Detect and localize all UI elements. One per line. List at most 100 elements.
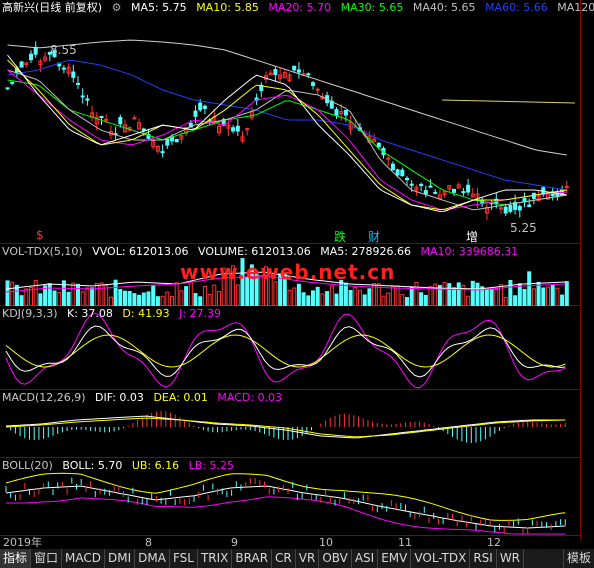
tab-template[interactable]: 模板 (562, 549, 594, 568)
tab-vol-tdx[interactable]: VOL-TDX (411, 549, 471, 568)
volume-bar (146, 291, 151, 306)
volume-bar (367, 288, 372, 306)
volume-bar (527, 271, 532, 306)
volume-bar (287, 289, 292, 306)
candle-body (202, 105, 207, 109)
volume-bar (536, 281, 541, 306)
volume-bar (123, 290, 127, 306)
vol-ma5: MA5: 278926.66 (320, 245, 411, 258)
volume-bar (334, 293, 339, 306)
volume-bar (456, 282, 461, 306)
volume-bar (104, 285, 109, 306)
tab-obv[interactable]: OBV (319, 549, 352, 568)
volume-bar (541, 287, 546, 306)
kdj-k: K: 37.08 (67, 307, 113, 320)
volume-bar (390, 286, 395, 306)
volume-bar (170, 296, 174, 306)
tab-trix[interactable]: TRIX (198, 549, 233, 568)
tab-dma[interactable]: DMA (135, 549, 170, 568)
candle-body (306, 73, 311, 76)
macd-panel[interactable]: MACD(12,26,9) DIF: 0.03 DEA: 0.01 MACD: … (0, 390, 580, 458)
volume-bar (179, 290, 184, 306)
volume-bar (296, 283, 301, 306)
volume-bar (489, 288, 494, 306)
tab-rsi[interactable]: RSI (470, 549, 497, 568)
volume-bar (409, 287, 414, 306)
volume-bar (184, 286, 189, 306)
volume-bar (202, 286, 207, 306)
kdj-panel[interactable]: KDJ(9,3,3) K: 37.08 D: 41.93 J: 27.39 (0, 306, 580, 390)
candle-body (99, 115, 104, 118)
volume-bar (494, 289, 499, 306)
volume-bar (38, 293, 43, 306)
volume-bar (174, 282, 179, 306)
candle-body (433, 191, 438, 194)
candle-body (409, 183, 414, 186)
volume-bar (108, 296, 113, 306)
candle-body (165, 138, 170, 146)
volume-bar (165, 291, 170, 306)
candle-body (132, 117, 137, 120)
volume-bar (71, 282, 76, 306)
candle-body (198, 102, 203, 111)
volume-bar (127, 291, 132, 306)
tab-wr[interactable]: WR (497, 549, 525, 568)
ma30-label: MA30: 5.65 (340, 1, 404, 14)
kdj-d: D: 41.93 (122, 307, 170, 320)
price-panel[interactable]: 高新兴(日线 前复权) ⚙ MA5: 5.75 MA10: 5.85 MA20:… (0, 0, 594, 244)
candle-body (466, 184, 471, 193)
candle-body (160, 151, 165, 154)
volume-bar (212, 284, 217, 306)
candle-body (315, 88, 320, 91)
ma120-segment (441, 99, 576, 104)
volume-bar (118, 289, 123, 306)
tab-window[interactable]: 窗口 (31, 549, 63, 568)
candle-body (174, 138, 179, 143)
candle-body (564, 185, 569, 188)
boll-name: BOLL(20) (2, 459, 53, 472)
volume-bar (315, 286, 320, 306)
candle-body (423, 190, 428, 195)
marker-increase: 增 (466, 230, 479, 244)
kdj-d-line (5, 334, 566, 368)
price-chart[interactable] (0, 0, 580, 244)
candle-body (503, 206, 508, 214)
volume-bar (217, 291, 221, 306)
marker-finance: 财 (368, 230, 381, 244)
volume-bar (85, 287, 90, 306)
candle-body (452, 188, 456, 193)
boll-ub: UB: 6.16 (131, 459, 180, 472)
volume-bar (57, 291, 62, 306)
ma60-line (7, 59, 567, 191)
tab-cr[interactable]: CR (272, 549, 296, 568)
candle-body (517, 205, 522, 211)
kdj-j-line (5, 312, 566, 389)
macd-dea: DEA: 0.01 (153, 391, 208, 404)
volume-bar (555, 287, 560, 306)
kdj-j: J: 27.39 (179, 307, 222, 320)
date-label: 8 (145, 536, 152, 549)
volume-bar (348, 289, 353, 306)
tab-indicator[interactable]: 指标 (0, 549, 32, 568)
volume-bar (52, 290, 57, 306)
volume-bar (193, 293, 198, 306)
volume-bar (419, 292, 424, 306)
volume-bar (343, 282, 348, 306)
tab-macd[interactable]: MACD (62, 549, 106, 568)
gear-icon[interactable]: ⚙ (112, 1, 122, 14)
volume-bar (19, 295, 24, 306)
tab-brar[interactable]: BRAR (232, 549, 273, 568)
volume-bar (353, 287, 358, 306)
tab-fsl[interactable]: FSL (170, 549, 198, 568)
volume-bar (306, 295, 311, 306)
ma20-label: MA20: 5.70 (268, 1, 332, 14)
tab-emv[interactable]: EMV (378, 549, 412, 568)
candle-body (29, 53, 33, 61)
tab-asi[interactable]: ASI (352, 549, 379, 568)
volume-bar (325, 291, 330, 306)
tab-vr[interactable]: VR (296, 549, 320, 568)
tab-dmi[interactable]: DMI (105, 549, 136, 568)
boll-panel[interactable]: BOLL(20) BOLL: 5.70 UB: 6.16 LB: 5.25 (0, 458, 580, 535)
vol-volume: VOLUME: 612013.06 (198, 245, 311, 258)
volume-bar (470, 280, 475, 306)
